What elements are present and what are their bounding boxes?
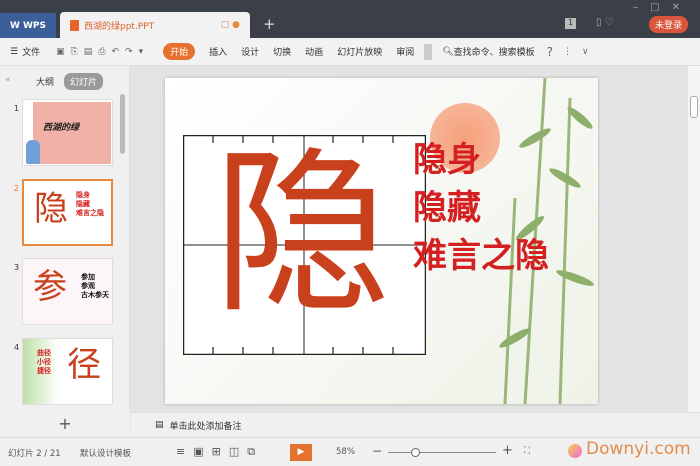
thumb-big-char: 径 [67, 345, 101, 385]
ribbon-toolbar: ☰ 文件 ▣⎘▤⎙↶↷▾ 开始 插入 设计 切换 动画 幻灯片放映 审阅 🔍︎ … [0, 38, 700, 66]
menu-icon[interactable]: ☰ [10, 47, 18, 57]
status-bar: 幻灯片 2 / 21 默认设计模板 ≡▣⊞◫⧉ ▶ 58% − + ⛶ Down… [0, 437, 700, 466]
slide-line: 隐藏 [413, 188, 481, 228]
unsaved-dot-icon: ▢ ● [220, 20, 240, 30]
girl-illustration [26, 140, 40, 164]
thumb-big-char: 隐 [34, 189, 68, 229]
slide-text-lines[interactable]: 隐身 隐藏 难言之隐 [413, 136, 549, 280]
search-icon: 🔍︎ [442, 46, 454, 57]
current-slide[interactable]: 隐 隐身 隐藏 难言之隐 [165, 78, 598, 404]
new-tab-button[interactable]: + [263, 15, 276, 33]
thumb-title: 西湖的绿 [43, 123, 80, 133]
tab-review[interactable]: 审阅 [396, 45, 414, 58]
wps-label: WPS [22, 20, 46, 31]
more-icon[interactable]: ⋮ [563, 47, 572, 57]
zoom-slider[interactable] [388, 452, 496, 453]
quick-access-icons[interactable]: ▣⎘▤⎙↶↷▾ [56, 47, 149, 57]
view-mode-icons[interactable]: ≡▣⊞◫⧉ [176, 445, 263, 459]
vertical-scrollbar[interactable] [688, 66, 700, 412]
slide-counter: 幻灯片 2 / 21 [8, 449, 61, 459]
notes-bar[interactable]: ▤ 单击此处添加备注 [131, 412, 700, 437]
thumb-lines: 参加 参观 古木参天 [81, 273, 109, 299]
thumb-big-char: 参 [33, 267, 67, 307]
add-slide-button[interactable]: + [0, 412, 130, 437]
notes-icon: ▤ [155, 420, 164, 430]
tab-outline[interactable]: 大纲 [36, 75, 54, 88]
document-tab-label: 西湖的绿ppt.PPT [84, 21, 155, 32]
slide-thumbnail-4[interactable]: 曲径 小径 捷径 径 [22, 338, 113, 405]
slide-number: 4 [14, 343, 20, 352]
zoom-in-button[interactable]: + [502, 443, 513, 458]
template-name[interactable]: 默认设计模板 [80, 447, 131, 459]
slide-number: 2 [14, 184, 20, 193]
zoom-out-button[interactable]: − [372, 444, 382, 458]
slide-line: 难言之隐 [413, 236, 549, 276]
tab-slideshow[interactable]: 幻灯片放映 [337, 45, 382, 58]
skin-icon[interactable]: ▯ ♡ [596, 17, 614, 28]
slide-line: 隐身 [413, 140, 481, 180]
play-slideshow-button[interactable]: ▶ [290, 444, 312, 461]
tab-slides[interactable]: 幻灯片 [64, 73, 104, 90]
collapse-panel-icon[interactable]: « [5, 75, 11, 85]
slide-number: 1 [14, 104, 20, 113]
window-controls[interactable]: –□✕ [633, 2, 692, 13]
ppt-file-icon [70, 19, 79, 31]
file-menu[interactable]: 文件 [22, 45, 40, 58]
wps-home-tab[interactable]: W WPS [0, 13, 56, 38]
command-search[interactable]: 查找命令、搜索模板 [454, 45, 535, 58]
zoom-slider-thumb[interactable] [411, 448, 420, 457]
tab-home[interactable]: 开始 [163, 43, 196, 60]
panel-scrollbar[interactable] [120, 94, 125, 154]
more-tabs-button[interactable] [424, 43, 433, 60]
document-tab[interactable]: 西湖的绿ppt.PPT ▢ ● [60, 12, 250, 38]
thumb-lines: 隐身 隐藏 难言之隐 [76, 191, 104, 217]
fit-window-icon[interactable]: ⛶ [524, 446, 530, 456]
assistant-icon[interactable] [568, 444, 582, 458]
slide-thumbnail-1[interactable]: 西湖的绿 [22, 99, 113, 166]
workspace-icon[interactable]: 1 [565, 18, 576, 29]
tab-design[interactable]: 设计 [241, 45, 259, 58]
thumb-lines: 曲径 小径 捷径 [37, 349, 51, 375]
slide-thumbnail-2[interactable]: 隐 隐身 隐藏 难言之隐 [22, 179, 113, 246]
slide-panel: « 大纲 幻灯片 1 西湖的绿 2 隐 隐身 隐藏 难言之隐 3 参 参加 参观 古木参… [0, 66, 130, 412]
zoom-level[interactable]: 58% [336, 447, 355, 457]
wps-logo-icon: W [10, 20, 20, 31]
tab-animation[interactable]: 动画 [305, 45, 323, 58]
slide-thumbnail-3[interactable]: 参 参加 参观 古木参天 [22, 258, 113, 325]
slide-number: 3 [14, 263, 20, 272]
collapse-ribbon-icon[interactable]: ∨ [582, 47, 589, 57]
watermark: Downyi.com [586, 439, 691, 459]
login-button[interactable]: 未登录 [649, 16, 689, 33]
tab-transition[interactable]: 切换 [273, 45, 291, 58]
tab-insert[interactable]: 插入 [209, 45, 227, 58]
notes-placeholder: 单击此处添加备注 [169, 421, 242, 432]
help-icon[interactable]: ? [547, 45, 553, 59]
slide-big-character[interactable]: 隐 [213, 124, 391, 344]
